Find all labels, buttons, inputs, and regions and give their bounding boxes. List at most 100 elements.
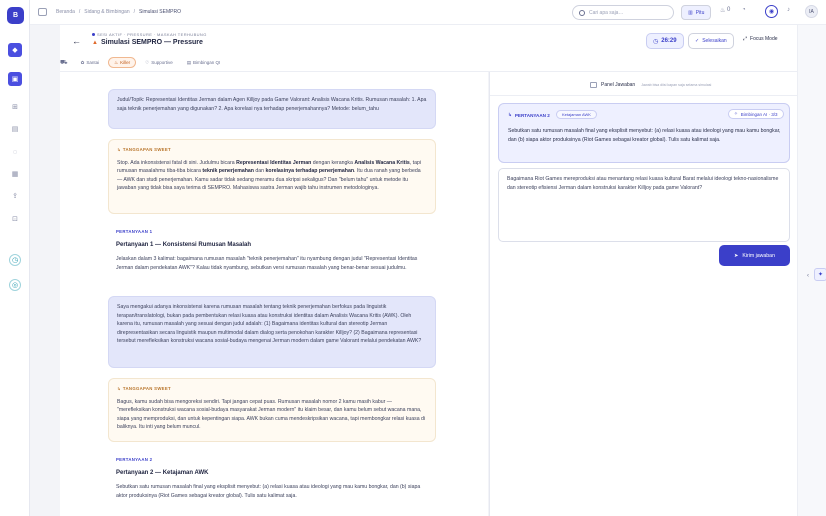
page-title: ▲ Simulasi SEMPRO — Pressure bbox=[92, 39, 203, 46]
search-placeholder: Cari apa saja… bbox=[589, 9, 624, 16]
breadcrumb-current: Simulasi SEMPRO bbox=[139, 9, 181, 15]
panel-subtitle: Jawab bisa diisi kapan saja selama simul… bbox=[641, 83, 712, 87]
breadcrumb-separator: / bbox=[78, 9, 81, 15]
breadcrumb-section[interactable]: Sidang & Bimbingan bbox=[84, 9, 129, 15]
session-icon[interactable]: ▣ bbox=[8, 72, 22, 86]
user-message: Saya mengakui adanya inkonsistensi karen… bbox=[108, 296, 436, 368]
ai-hint-button[interactable]: ✧ Bimbingan AI · 3/3 bbox=[728, 109, 784, 119]
breadcrumb-separator: / bbox=[133, 9, 135, 15]
topic-chip: Ketajaman AWK bbox=[556, 110, 597, 119]
user-message: Judul/Topik: Representasi Identitas Jerm… bbox=[108, 89, 436, 129]
expand-icon: ⤢ bbox=[743, 36, 748, 42]
pitu-label: Pitu bbox=[695, 9, 705, 16]
send-answer-label: Kirim jawaban bbox=[742, 252, 775, 259]
back-arrow-icon[interactable]: ← bbox=[72, 36, 81, 46]
answer-panel: Panel Jawaban Jawab bisa diisi kapan saj… bbox=[489, 72, 798, 516]
question-number-label: PERTANYAAN 2 bbox=[514, 112, 550, 118]
target-icon[interactable]: ◎ bbox=[9, 279, 21, 291]
pitu-button[interactable]: ▥ Pitu bbox=[681, 5, 712, 20]
ai-hint-label: Bimbingan AI · 3/3 bbox=[740, 111, 778, 117]
emphasis: korelasinya terhadap penerjemahan bbox=[265, 168, 355, 175]
question-text: Sebutkan satu rumusan masalah final yang… bbox=[116, 484, 421, 499]
chat-thread[interactable]: Judul/Topik: Representasi Identitas Jerm… bbox=[60, 72, 488, 516]
upload-icon[interactable]: ⇪ bbox=[9, 190, 21, 202]
ai-label-text: TANGGAPAN SWEET bbox=[122, 386, 171, 391]
help-icon[interactable]: ◔ bbox=[742, 7, 746, 13]
answer-textarea[interactable]: Bagaimana Riot Games mereproduksi atau m… bbox=[498, 168, 790, 242]
question-text: Jelaskan dalam 3 kalimat: bagaimana rumu… bbox=[116, 256, 418, 271]
user-message-text: Saya mengakui adanya inkonsistensi karen… bbox=[117, 304, 422, 345]
question-number: ↳ PERTANYAAN 2 bbox=[508, 112, 550, 118]
question-title: Pertanyaan 1 — Konsistensi Rumusan Masal… bbox=[116, 241, 252, 248]
emphasis: teknik penerjemahan bbox=[202, 168, 254, 175]
finish-button[interactable]: ✓ Selesaikan bbox=[688, 33, 734, 49]
grid-icon[interactable]: ⊞ bbox=[9, 101, 21, 113]
avatar[interactable]: IA bbox=[805, 5, 818, 18]
notification-icon[interactable]: ◉ bbox=[765, 5, 778, 18]
session-status-label: SESI AKTIF · PRESSURE · MASKAH TERHUBUNG bbox=[97, 32, 207, 37]
question-label: PERTANYAAN 2 bbox=[116, 457, 153, 462]
document-icon[interactable]: ▤ bbox=[9, 123, 21, 135]
search-icon bbox=[579, 9, 585, 16]
focus-mode-label: Focus Mode bbox=[750, 36, 778, 42]
persona-icon: ⛟ bbox=[60, 59, 68, 66]
focus-mode-button[interactable]: ⤢ Focus Mode bbox=[743, 36, 778, 42]
breadcrumb: Beranda / Sidang & Bimbingan / Simulasi … bbox=[56, 9, 181, 15]
breadcrumb-home[interactable]: Beranda bbox=[56, 9, 75, 15]
text-run: Stop. Ada inkonsistensi fatal di sini. J… bbox=[117, 159, 237, 166]
tab-label: Bimbingan QI bbox=[193, 60, 221, 65]
ai-message-text: Stop. Ada inkonsistensi fatal di sini. J… bbox=[117, 159, 427, 193]
ai-label-text: TANGGAPAN SWEET bbox=[122, 147, 171, 152]
page-title-text: Simulasi SEMPRO — Pressure bbox=[100, 39, 203, 46]
message-icon[interactable]: ◌ bbox=[9, 146, 21, 158]
bell-icon[interactable]: ♪ bbox=[787, 7, 790, 13]
search-input[interactable]: Cari apa saja… bbox=[572, 5, 674, 20]
sidebar-toggle-icon[interactable] bbox=[38, 8, 47, 16]
sparkle-icon: ↳ bbox=[117, 386, 121, 391]
bulb-icon: ✧ bbox=[734, 111, 738, 116]
clock-icon: ◷ bbox=[653, 38, 659, 45]
question-card: PERTANYAAN 2 Pertanyaan 2 — Ketajaman AW… bbox=[108, 450, 436, 514]
tab-santai[interactable]: ✿ Santai bbox=[76, 57, 105, 68]
ai-message: ↳ TANGGAPAN SWEET Bagus, kamu sudah bisa … bbox=[108, 378, 436, 442]
right-edge-rail: ‹ ✦ bbox=[797, 25, 826, 516]
live-dot-icon bbox=[92, 33, 95, 36]
flame-icon: ▲ bbox=[92, 39, 98, 46]
time-icon[interactable]: ◷ bbox=[9, 254, 21, 266]
user-message-text: Judul/Topik: Representasi Identitas Jerm… bbox=[117, 97, 427, 112]
question-title: Pertanyaan 2 — Ketajaman AWK bbox=[116, 469, 209, 476]
emphasis: Representasi Identitas Jerman bbox=[236, 159, 312, 166]
tab-killer[interactable]: ♨ Killer bbox=[108, 57, 137, 68]
check-icon: ✓ bbox=[695, 38, 700, 44]
text-run: dengan kerangka bbox=[311, 159, 355, 166]
panel-header: Panel Jawaban Jawab bisa diisi kapan saj… bbox=[490, 72, 798, 96]
chat-icon[interactable]: ◆ bbox=[8, 43, 22, 57]
apps-icon[interactable]: ⊡ bbox=[9, 213, 21, 225]
tab-label: Supportive bbox=[151, 60, 173, 65]
question-icon: ↳ bbox=[508, 112, 512, 117]
panel-toggle-icon[interactable] bbox=[590, 82, 597, 88]
ai-message-label: ↳ TANGGAPAN SWEET bbox=[117, 385, 427, 394]
session-status: SESI AKTIF · PRESSURE · MASKAH TERHUBUNG bbox=[92, 32, 207, 37]
send-icon: ➤ bbox=[734, 252, 739, 259]
text-run: dan bbox=[253, 168, 266, 175]
assistant-float-icon[interactable]: ✦ bbox=[814, 268, 826, 281]
tab-label: Santai bbox=[86, 60, 100, 65]
tab-bimbingan[interactable]: ▤ Bimbingan QI bbox=[182, 57, 226, 68]
ai-message-label: ↳ TANGGAPAN SWEET bbox=[117, 146, 427, 155]
app-rail: B ◆ ▣ ⊞ ▤ ◌ ▦ ⇪ ⊡ ◷ ◎ bbox=[0, 0, 30, 516]
panel-title: Panel Jawaban Jawab bisa diisi kapan saj… bbox=[601, 82, 711, 88]
timer-value: 26:29 bbox=[661, 38, 677, 44]
tab-supportive[interactable]: ♡ Supportive bbox=[140, 57, 178, 68]
question-label: PERTANYAAN 1 bbox=[116, 229, 153, 234]
question-card: PERTANYAAN 1 Pertanyaan 1 — Konsistensi … bbox=[108, 222, 436, 286]
flame-icon[interactable]: ♨ bbox=[720, 7, 725, 14]
chevron-left-icon[interactable]: ‹ bbox=[807, 273, 809, 279]
book-icon[interactable]: ▦ bbox=[9, 168, 21, 180]
finish-label: Selesaikan bbox=[702, 38, 727, 44]
app-logo[interactable]: B bbox=[7, 7, 24, 24]
send-answer-button[interactable]: ➤ Kirim jawaban bbox=[719, 245, 790, 266]
ai-message-text: Bagus, kamu sudah bisa mengoreksi sendir… bbox=[117, 398, 426, 431]
sparkle-icon: ↳ bbox=[117, 147, 121, 152]
book-icon: ▤ bbox=[186, 59, 191, 65]
